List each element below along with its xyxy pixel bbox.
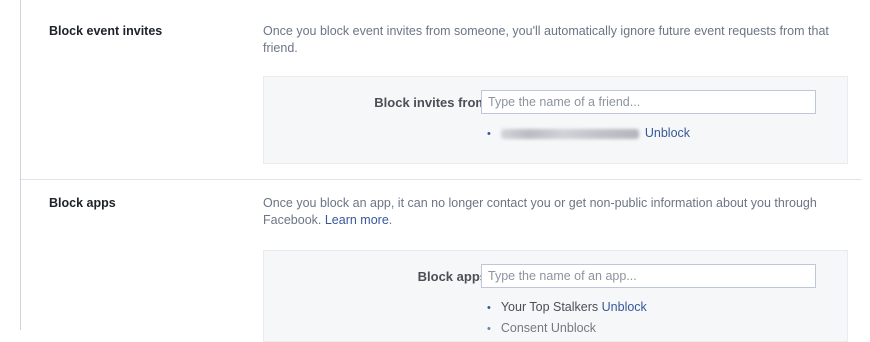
event-invites-panel: Block invites from • Unblock [263,76,848,164]
bullet-icon: • [487,302,491,314]
block-apps-field-label: Block apps [417,269,487,284]
blocked-friends-list: • Unblock [481,123,690,144]
section-label-block-apps: Block apps [49,196,116,210]
section-label-event-invites: Block event invites [49,24,163,38]
section-divider [21,179,861,180]
blocked-apps-list: • Your Top Stalkers Unblock • Consent Unbl… [481,297,647,339]
event-invites-description: Once you block event invites from someon… [263,24,829,55]
bullet-icon: • [487,128,491,140]
unblock-app-link[interactable]: Unblock [602,300,647,314]
block-invites-from-label: Block invites from [374,95,487,110]
block-apps-description: Once you block an app, it can no longer … [263,195,838,229]
settings-frame: Block event invites Once you block event… [20,0,870,342]
unblock-friend-link[interactable]: Unblock [645,126,690,140]
app-name-input[interactable] [481,264,816,288]
blocked-app-item-partial: • Consent Unblock [481,318,647,339]
blocked-friend-item: • Unblock [481,123,690,144]
learn-more-suffix: . [388,213,393,227]
redacted-friend-name [500,128,639,139]
bullet-icon: • [487,323,491,335]
learn-more-link[interactable]: Learn more [325,213,389,227]
block-apps-panel: Block apps • Your Top Stalkers Unblock • C… [263,250,848,342]
blocked-app-item: • Your Top Stalkers Unblock [481,297,647,318]
friend-name-input[interactable] [481,90,816,114]
blocked-app-name-partial: Consent Unblock [500,321,597,335]
blocked-app-name: Your Top Stalkers [500,300,599,314]
